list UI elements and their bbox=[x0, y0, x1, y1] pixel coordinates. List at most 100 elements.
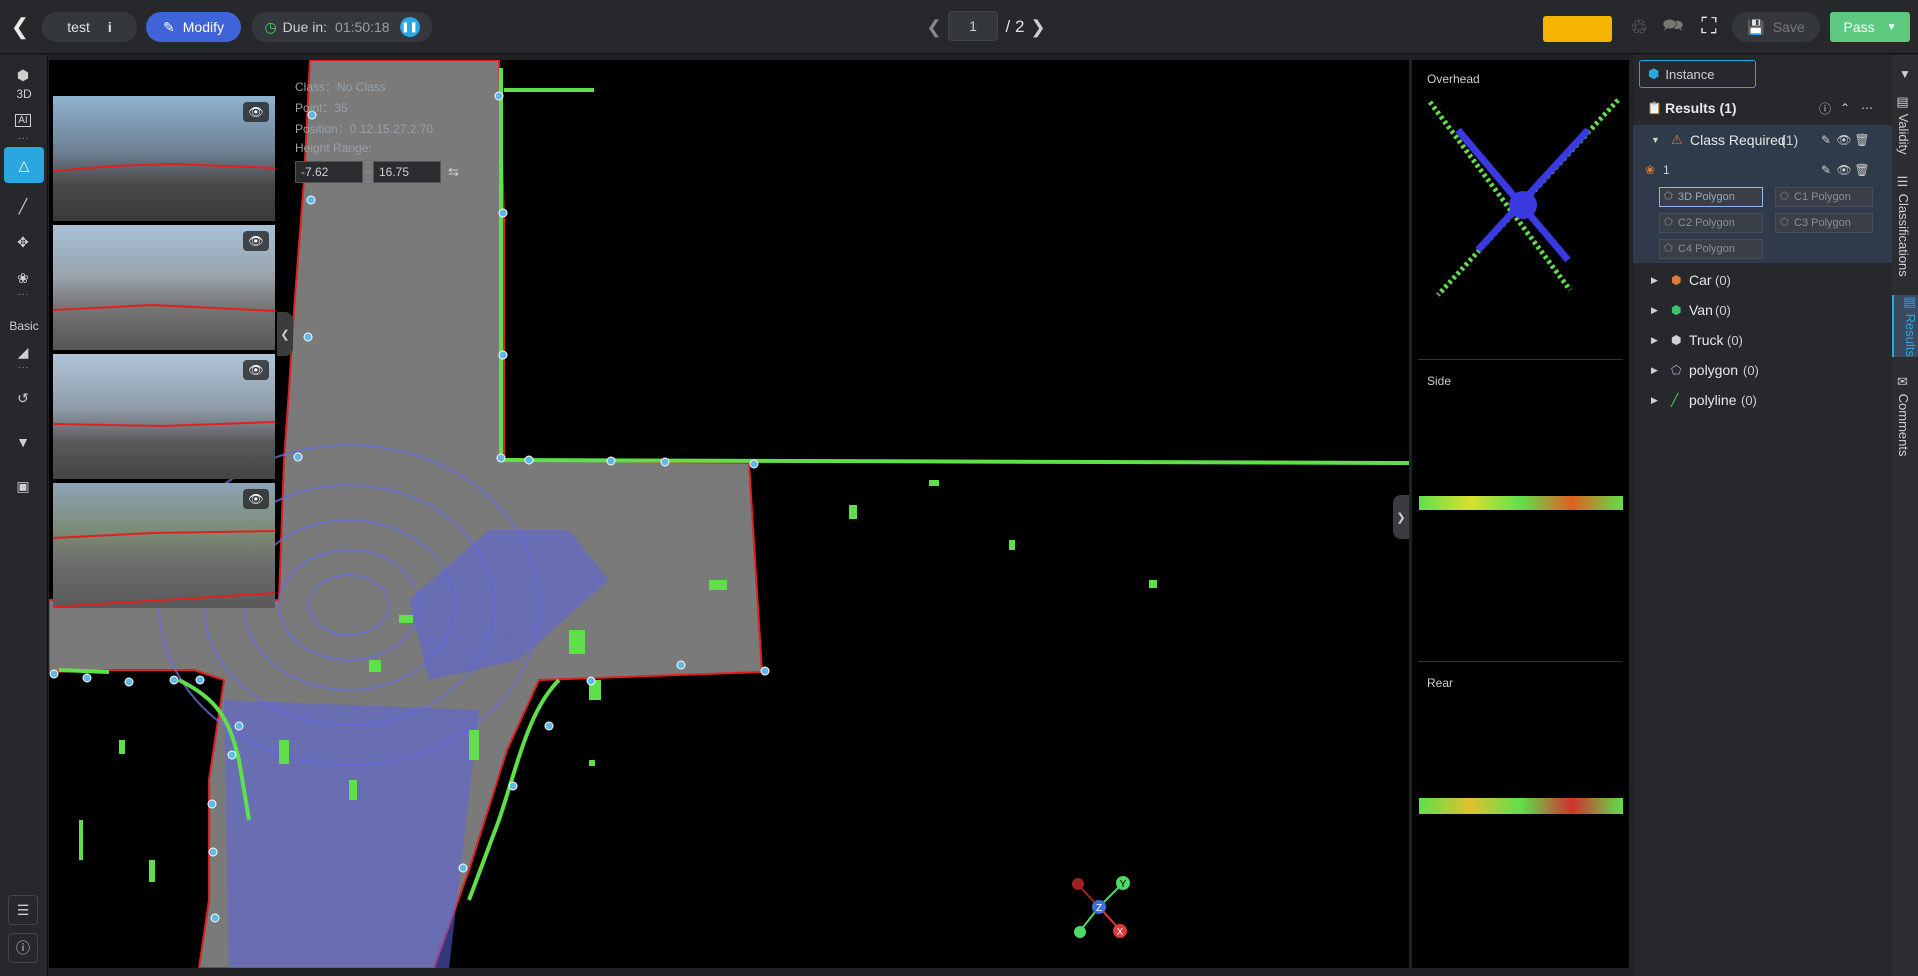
height-min-input[interactable]: -7.62 bbox=[295, 161, 363, 183]
trash-icon[interactable]: 🗑 bbox=[1853, 131, 1871, 149]
info-circle-icon[interactable]: ⓘ bbox=[8, 933, 38, 963]
fullscreen-icon[interactable]: ⛶ bbox=[1695, 12, 1723, 40]
expand-views-handle[interactable]: ❯ bbox=[1393, 495, 1409, 539]
caret-right-icon[interactable]: ▶ bbox=[1651, 335, 1658, 346]
more-dots-2[interactable]: ... bbox=[18, 287, 29, 298]
rear-profile bbox=[1419, 798, 1623, 814]
point-cloud-viewport[interactable]: Y X Z ▢ ⧉ ❐ ⬠ ╱ ◉ 👁 👁 👁 👁 ❮ ❯ bbox=[49, 60, 1409, 968]
polyline-tool-icon[interactable]: ╱ bbox=[8, 191, 38, 221]
class-row-polygon[interactable]: ▶ ⬠ polygon (0) bbox=[1633, 357, 1892, 383]
top-bar: ❮ test i ✎ Modify ◷ Due in: 01:50:18 ❚❚ … bbox=[0, 0, 1918, 54]
camera-thumbnail-4[interactable]: 👁 bbox=[53, 483, 275, 608]
side-title: Side bbox=[1427, 374, 1452, 388]
class-row-van[interactable]: ▶ ⬢ Van (0) bbox=[1633, 297, 1892, 323]
task-name: test bbox=[67, 19, 90, 35]
tab-classifications-label: Classifications bbox=[1896, 193, 1911, 277]
caret-right-icon[interactable]: ▶ bbox=[1651, 365, 1658, 376]
help-comment-icon[interactable]: 🗪 bbox=[1660, 14, 1686, 40]
class-row-car[interactable]: ▶ ⬢ Car (0) bbox=[1633, 267, 1892, 293]
more-dots[interactable]: ... bbox=[18, 131, 29, 142]
tag-c4-polygon[interactable]: ⬠ C4 Polygon bbox=[1659, 239, 1763, 259]
left-toolbar: ⬢ 3D AI ... △ ╱ ✥ ❀ ... Basic ◢ ... ↺ ▼ … bbox=[0, 55, 48, 976]
caret-right-icon[interactable]: ▶ bbox=[1651, 395, 1658, 406]
pass-label: Pass bbox=[1843, 19, 1875, 35]
collapse-thumbnails-handle[interactable]: ❮ bbox=[277, 312, 293, 356]
edit-icon[interactable]: ✎ bbox=[1817, 131, 1835, 149]
layout-icon[interactable]: ▣ bbox=[8, 471, 38, 501]
class-row-polyline[interactable]: ▶ ╱ polyline (0) bbox=[1633, 387, 1892, 413]
more-dots-3[interactable]: ... bbox=[18, 360, 29, 371]
save-button[interactable]: 💾 Save bbox=[1732, 12, 1820, 42]
tag-label: C3 Polygon bbox=[1794, 217, 1851, 229]
more-options-icon[interactable]: ⋯ bbox=[1858, 99, 1876, 117]
history-icon[interactable]: ↺ bbox=[8, 383, 38, 413]
overhead-scatter bbox=[1427, 98, 1620, 297]
basic-label: Basic bbox=[9, 319, 39, 333]
instance-tab[interactable]: ⬢ Instance bbox=[1639, 60, 1756, 88]
tag-c1-polygon[interactable]: ⬠ C1 Polygon bbox=[1775, 187, 1873, 207]
tag-c3-polygon[interactable]: ⬠ C3 Polygon bbox=[1775, 213, 1873, 233]
page-input[interactable]: 1 bbox=[948, 11, 998, 41]
axis-gizmo: Y X Z bbox=[1072, 876, 1130, 938]
position-info: Position：0.12,15.27,2.70 bbox=[295, 122, 434, 136]
camera-thumbnail-1[interactable]: 👁 bbox=[53, 96, 275, 221]
next-page-icon[interactable]: ❯ bbox=[1028, 14, 1048, 40]
trash-icon[interactable]: 🗑 bbox=[1853, 161, 1871, 179]
tag-label: C1 Polygon bbox=[1794, 191, 1851, 203]
chevron-down-icon: ▼ bbox=[1886, 21, 1897, 33]
axis-y-label: Y bbox=[1120, 879, 1127, 890]
pass-button[interactable]: Pass ▼ bbox=[1830, 12, 1910, 42]
clipboard-icon: 📋 bbox=[1647, 101, 1662, 115]
height-max-input[interactable]: 16.75 bbox=[373, 161, 441, 183]
tab-classifications[interactable]: ☰ Classifications bbox=[1896, 175, 1911, 277]
tag-3d-polygon[interactable]: ⬠ 3D Polygon bbox=[1659, 187, 1763, 207]
recycle-icon[interactable]: ♲ bbox=[1626, 14, 1652, 40]
polygon-tool-icon[interactable]: △ bbox=[4, 147, 44, 183]
move-tool-icon[interactable]: ✥ bbox=[8, 227, 38, 257]
height-range-separator: - bbox=[366, 164, 370, 178]
eye-icon[interactable]: 👁 bbox=[1835, 161, 1853, 179]
settings-sliders-icon[interactable]: ☰ bbox=[8, 895, 38, 925]
tab-results-label: Results bbox=[1903, 313, 1918, 357]
caret-right-icon[interactable]: ▶ bbox=[1651, 275, 1658, 286]
save-icon: 💾 bbox=[1747, 18, 1765, 35]
tab-validity[interactable]: ▤ Validity bbox=[1896, 95, 1911, 155]
point-info: Point：35 bbox=[295, 101, 348, 115]
eye-icon[interactable]: 👁 bbox=[1835, 131, 1853, 149]
rear-title: Rear bbox=[1427, 676, 1454, 690]
aux-views-panel: Overhead Side Rear bbox=[1412, 60, 1629, 968]
side-view[interactable]: Side bbox=[1418, 362, 1623, 662]
class-required-row[interactable]: ▼ ⚠ Class Required (1) ✎ 👁 🗑 bbox=[1633, 125, 1892, 155]
caret-right-icon[interactable]: ▶ bbox=[1651, 305, 1658, 316]
info-icon[interactable]: i bbox=[108, 19, 112, 35]
tag-c2-polygon[interactable]: ⬠ C2 Polygon bbox=[1659, 213, 1763, 233]
help-icon[interactable]: ⓘ bbox=[1816, 99, 1834, 117]
class-count: (0) bbox=[1715, 272, 1731, 288]
class-count: (0) bbox=[1727, 332, 1743, 348]
cube-icon[interactable]: ⬢ bbox=[8, 60, 38, 90]
camera-thumbnail-2[interactable]: 👁 bbox=[53, 225, 275, 350]
class-count: (0) bbox=[1715, 302, 1731, 318]
tag-label: C4 Polygon bbox=[1678, 243, 1735, 255]
tab-comments[interactable]: ✉ Comments bbox=[1896, 375, 1911, 456]
modify-label: Modify bbox=[182, 19, 224, 35]
accent-button[interactable] bbox=[1543, 16, 1612, 42]
caret-down-icon[interactable]: ▼ bbox=[1651, 135, 1660, 145]
modify-mode-button[interactable]: ✎ Modify bbox=[146, 12, 241, 42]
back-button[interactable]: ❮ bbox=[8, 13, 32, 41]
swap-range-icon[interactable]: ⇆ bbox=[448, 164, 459, 180]
edit-icon[interactable]: ✎ bbox=[1817, 161, 1835, 179]
collapse-all-icon[interactable]: ⌃ bbox=[1836, 99, 1854, 117]
camera-thumbnail-3[interactable]: 👁 bbox=[53, 354, 275, 479]
rear-view[interactable]: Rear bbox=[1418, 664, 1623, 968]
filter-funnel-icon[interactable]: ▼ bbox=[1899, 67, 1911, 81]
clock-icon: ◷ bbox=[264, 18, 277, 35]
pause-icon[interactable]: ❚❚ bbox=[399, 17, 420, 37]
instance-row[interactable]: ❀ 1 ✎ 👁 🗑 bbox=[1633, 157, 1892, 183]
tab-results[interactable]: ▤ Results bbox=[1892, 295, 1918, 357]
overhead-view[interactable]: Overhead bbox=[1418, 60, 1623, 360]
class-row-truck[interactable]: ▶ ⬢ Truck (0) bbox=[1633, 327, 1892, 353]
polygon-icon: ⬠ bbox=[1780, 191, 1789, 202]
filter-icon[interactable]: ▼ bbox=[8, 427, 38, 457]
prev-page-icon[interactable]: ❮ bbox=[924, 14, 944, 40]
